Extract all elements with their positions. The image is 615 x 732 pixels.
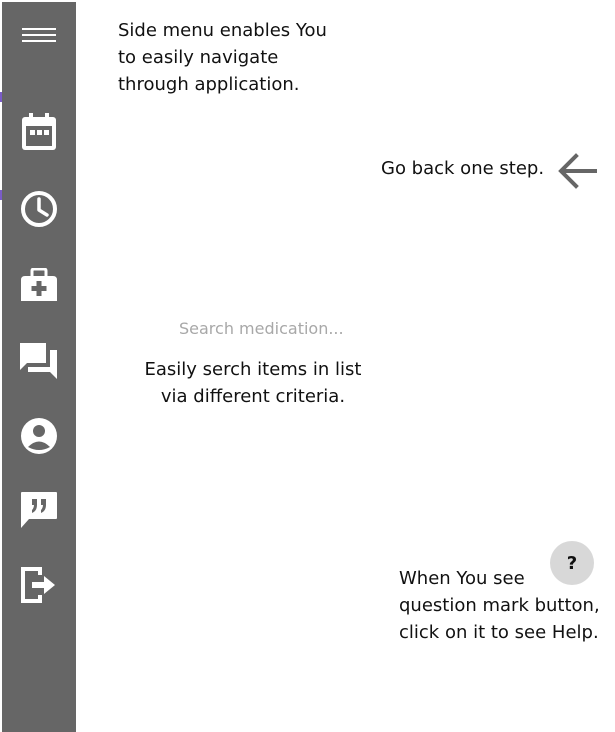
chat-icon — [20, 343, 57, 379]
sidebar-item-profile[interactable] — [2, 408, 76, 464]
back-button[interactable] — [554, 150, 600, 192]
search-help-text: Easily serch items in list via different… — [144, 359, 362, 407]
sidebar-item-chat[interactable] — [2, 333, 76, 389]
sidebar-item-calendar[interactable] — [2, 104, 76, 160]
sidebar-item-medication[interactable] — [2, 257, 76, 313]
help-overlay-page: Side menu enables You to easily navigate… — [0, 0, 615, 732]
sidebar-item-feedback[interactable] — [2, 482, 76, 538]
search-input[interactable] — [160, 314, 379, 342]
back-help-text: Go back one step. — [381, 158, 545, 179]
arrow-left-icon — [558, 153, 597, 189]
help-button-help-text: When You see question mark button, click… — [399, 568, 600, 643]
account-circle-icon — [21, 418, 57, 454]
side-menu-toggle[interactable] — [2, 7, 76, 63]
hamburger-menu-icon — [22, 28, 56, 42]
calendar-icon — [22, 113, 56, 150]
side-menu-help-text: Side menu enables You to easily navigate… — [118, 20, 327, 95]
sidebar-item-history[interactable] — [2, 181, 76, 237]
clock-icon — [21, 191, 57, 227]
logout-icon — [21, 567, 55, 603]
medical-bag-icon — [21, 268, 57, 301]
sidebar-item-logout[interactable] — [2, 557, 76, 613]
side-menu — [2, 2, 76, 732]
quote-bubble-icon — [21, 492, 57, 528]
